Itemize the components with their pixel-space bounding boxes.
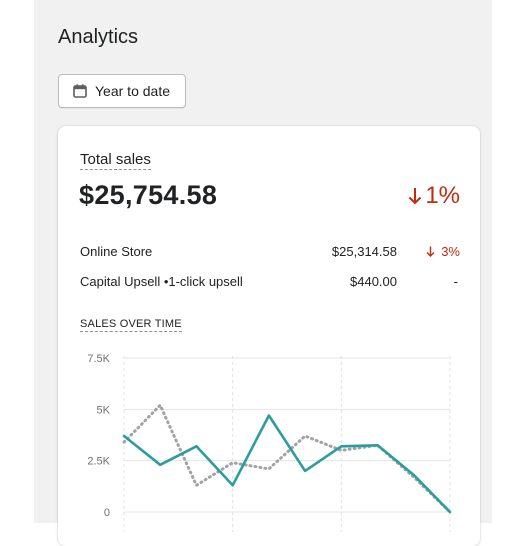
total-sales-card: Total sales $25,754.58 1% Online Store $… (58, 126, 480, 546)
page-title: Analytics (58, 26, 139, 48)
breakdown-amount: $25,314.58 (331, 244, 397, 259)
breakdown-name: Capital Upsell •1-click upsell (80, 274, 243, 289)
y-tick-label: 5K (97, 404, 111, 416)
series-line-comparison (122, 403, 452, 514)
series-line-current (122, 414, 452, 514)
metric-change-value: 1% (425, 182, 460, 209)
date-range-button[interactable]: Year to date (58, 74, 186, 108)
breakdown-change-value: - (453, 274, 458, 289)
metric-title[interactable]: Total sales (80, 151, 151, 170)
arrow-down-icon (409, 188, 422, 205)
breakdown-row-online-store: Online Store $25,314.58 3% (80, 244, 460, 264)
y-tick-label: 2.5K (87, 456, 110, 468)
breakdown-change-value: 3% (441, 244, 460, 259)
y-tick-label: 7.5K (87, 353, 110, 365)
calendar-icon (73, 84, 87, 98)
breakdown-name: Online Store (80, 244, 153, 259)
metric-value: $25,754.58 (79, 180, 218, 210)
breakdown-change: 3% (426, 244, 460, 259)
chart-title[interactable]: SALES OVER TIME (80, 318, 182, 332)
date-range-label: Year to date (95, 83, 170, 99)
y-tick-label: 0 (104, 507, 110, 519)
metric-change: 1% (408, 182, 460, 210)
breakdown-row-capital-upsell: Capital Upsell •1-click upsell $440.00 - (80, 274, 460, 294)
arrow-down-icon (426, 246, 435, 257)
breakdown-amount: $440.00 (350, 274, 397, 289)
